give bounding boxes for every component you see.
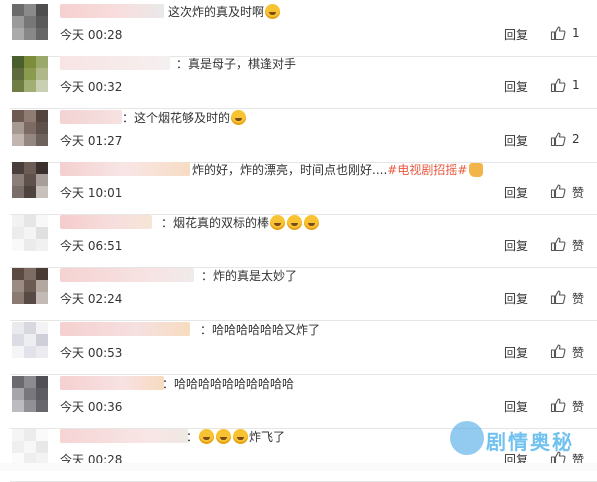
thumbs-up-icon[interactable] bbox=[550, 183, 566, 199]
thumbs-up-icon-svg bbox=[550, 78, 566, 93]
like-count[interactable]: 赞 bbox=[572, 290, 584, 307]
thumbs-up-icon-svg bbox=[550, 237, 566, 252]
reply-button[interactable]: 回复 bbox=[504, 398, 528, 415]
comment-text-suffix: 炸飞了 bbox=[249, 430, 286, 444]
reply-button[interactable]: 回复 bbox=[504, 184, 528, 201]
laughing-emoji-icon bbox=[270, 215, 286, 230]
comment-timestamp: 今天 01:27 bbox=[60, 134, 123, 148]
reply-button[interactable]: 回复 bbox=[504, 26, 528, 43]
username-blurred[interactable] bbox=[60, 110, 122, 124]
comment-item: ：炸的真是太妙了今天 02:24 回复 赞 bbox=[0, 266, 597, 321]
username-blurred[interactable] bbox=[60, 268, 194, 282]
comment-item: 这次炸的真及时啊今天 00:28 回复 1 bbox=[0, 2, 597, 57]
thumbs-up-icon-svg bbox=[550, 290, 566, 305]
like-count[interactable]: 1 bbox=[572, 78, 580, 92]
comment-text-main: 这次炸的真及时啊 bbox=[168, 5, 265, 19]
comment-text: ：烟花真的双标的棒 bbox=[161, 213, 320, 233]
comment-item: ：这个烟花够及时的今天 01:27 回复 2 bbox=[0, 108, 597, 163]
laughing-emoji-icon bbox=[304, 215, 320, 230]
comment-text: ：哈哈哈哈哈哈又炸了 bbox=[200, 320, 320, 340]
comment-timestamp: 今天 00:36 bbox=[60, 400, 123, 414]
like-count[interactable]: 2 bbox=[572, 132, 580, 146]
username-blurred[interactable] bbox=[60, 4, 164, 18]
username-blurred[interactable] bbox=[60, 376, 164, 390]
like-count[interactable]: 赞 bbox=[572, 398, 584, 415]
reply-button[interactable]: 回复 bbox=[504, 344, 528, 361]
comment-text-main: ：烟花真的双标的棒 bbox=[161, 216, 270, 230]
avatar[interactable] bbox=[12, 56, 48, 92]
comment-text-main: ：哈哈哈哈哈哈哈哈哈哈 bbox=[162, 377, 295, 391]
reply-button[interactable]: 回复 bbox=[504, 237, 528, 254]
username-blurred[interactable] bbox=[60, 322, 190, 336]
laughing-emoji-icon bbox=[199, 429, 215, 444]
like-count[interactable]: 1 bbox=[572, 26, 580, 40]
comment-text-main: ：哈哈哈哈哈哈又炸了 bbox=[200, 323, 321, 337]
avatar[interactable] bbox=[12, 322, 48, 358]
username-blurred[interactable] bbox=[60, 429, 188, 443]
thumbs-up-icon[interactable] bbox=[550, 397, 566, 413]
thumbs-up-icon-svg bbox=[550, 184, 566, 199]
comment-text: ：哈哈哈哈哈哈哈哈哈哈 bbox=[162, 374, 294, 394]
comment-text-main: ：这个烟花够及时的 bbox=[122, 111, 231, 125]
watermark-logo: 剧情奥秘 bbox=[442, 418, 592, 464]
laughing-emoji-icon bbox=[231, 110, 247, 125]
comment-timestamp: 今天 00:32 bbox=[60, 80, 123, 94]
comment-feed: { "comments": [ {"text_prefix":"这次炸的真及时啊… bbox=[0, 0, 597, 482]
comment-text-main: ： bbox=[186, 430, 199, 444]
comment-text: 这次炸的真及时啊 bbox=[168, 2, 281, 22]
like-count[interactable]: 赞 bbox=[572, 237, 584, 254]
comment-timestamp: 今天 06:51 bbox=[60, 239, 123, 253]
thumbs-up-icon-svg bbox=[550, 26, 566, 41]
like-count[interactable]: 赞 bbox=[572, 184, 584, 201]
thumbs-up-icon[interactable] bbox=[550, 343, 566, 359]
thumbs-up-icon-svg bbox=[550, 132, 566, 147]
reply-button[interactable]: 回复 bbox=[504, 78, 528, 95]
comment-text: 炸的好，炸的漂亮，时间点也刚好....#电视剧招摇# bbox=[192, 160, 484, 180]
comment-timestamp: 今天 02:24 bbox=[60, 292, 123, 306]
comment-text: ：这个烟花够及时的 bbox=[122, 108, 247, 128]
avatar[interactable] bbox=[12, 429, 48, 465]
username-blurred[interactable] bbox=[60, 162, 190, 176]
like-count[interactable]: 赞 bbox=[572, 344, 584, 361]
laughing-emoji-icon bbox=[265, 4, 281, 19]
comment-timestamp: 今天 00:53 bbox=[60, 346, 123, 360]
comment-item: ：哈哈哈哈哈哈又炸了今天 00:53 回复 赞 bbox=[0, 320, 597, 375]
laughing-emoji-icon bbox=[233, 429, 249, 444]
comment-text: ： 炸飞了 bbox=[186, 427, 285, 447]
avatar[interactable] bbox=[12, 268, 48, 304]
comment-timestamp: 今天 00:28 bbox=[60, 28, 123, 42]
comment-text-main: 炸的好，炸的漂亮，时间点也刚好.... bbox=[192, 163, 388, 177]
reply-button[interactable]: 回复 bbox=[504, 290, 528, 307]
thumbs-up-icon-svg bbox=[550, 398, 566, 413]
thumbs-up-icon-svg bbox=[550, 344, 566, 359]
thumbs-up-emoji-icon bbox=[469, 162, 484, 177]
thumbs-up-icon[interactable] bbox=[550, 236, 566, 252]
avatar[interactable] bbox=[12, 110, 48, 146]
hashtag-link[interactable]: #电视剧招摇# bbox=[387, 163, 467, 177]
comment-text-main: ：真是母子，棋逢对手 bbox=[176, 57, 297, 71]
laughing-emoji-icon bbox=[216, 429, 232, 444]
flame-logo-icon bbox=[450, 421, 484, 455]
thumbs-up-icon[interactable] bbox=[550, 289, 566, 305]
comment-item: ：烟花真的双标的棒今天 06:51 回复 赞 bbox=[0, 213, 597, 268]
comment-text-main: ：炸的真是太妙了 bbox=[201, 269, 298, 283]
avatar[interactable] bbox=[12, 376, 48, 412]
avatar[interactable] bbox=[12, 215, 48, 251]
reply-button[interactable]: 回复 bbox=[504, 132, 528, 149]
laughing-emoji-icon bbox=[287, 215, 303, 230]
comment-item: 炸的好，炸的漂亮，时间点也刚好....#电视剧招摇# 今天 10:01 回复 赞 bbox=[0, 160, 597, 215]
thumbs-up-icon[interactable] bbox=[550, 131, 566, 147]
thumbs-up-icon[interactable] bbox=[550, 77, 566, 93]
bottom-strip bbox=[0, 463, 597, 471]
watermark-text: 剧情奥秘 bbox=[486, 430, 574, 454]
comment-timestamp: 今天 10:01 bbox=[60, 186, 123, 200]
avatar[interactable] bbox=[12, 4, 48, 40]
username-blurred[interactable] bbox=[60, 56, 170, 70]
comment-item: ：真是母子，棋逢对手今天 00:32 回复 1 bbox=[0, 54, 597, 109]
comment-text: ：炸的真是太妙了 bbox=[201, 266, 297, 286]
username-blurred[interactable] bbox=[60, 215, 152, 229]
comment-text: ：真是母子，棋逢对手 bbox=[176, 54, 296, 74]
avatar[interactable] bbox=[12, 162, 48, 198]
thumbs-up-icon[interactable] bbox=[550, 25, 566, 41]
